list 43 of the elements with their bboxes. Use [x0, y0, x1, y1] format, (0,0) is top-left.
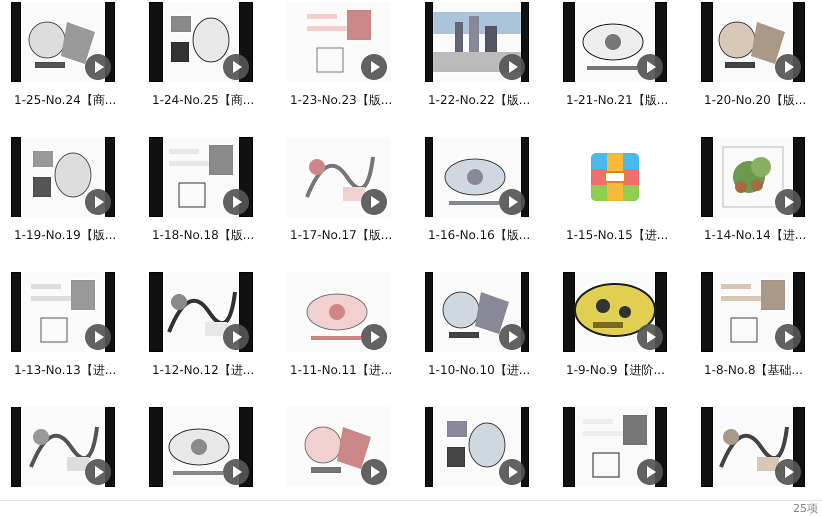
file-name[interactable]: 1-24-No.25【商... — [152, 92, 254, 108]
play-icon[interactable] — [775, 324, 801, 350]
play-icon[interactable] — [499, 189, 525, 215]
file-name[interactable]: 1-25-No.24【商... — [14, 92, 116, 108]
play-icon[interactable] — [223, 189, 249, 215]
file-name[interactable]: 1-8-No.8【基础... — [704, 362, 803, 378]
play-icon[interactable] — [85, 54, 111, 80]
play-icon[interactable] — [361, 324, 387, 350]
archive-icon — [591, 153, 639, 201]
play-icon[interactable] — [85, 459, 111, 485]
file-name[interactable]: 1-17-No.17【版... — [290, 227, 392, 243]
file-name[interactable]: 1-19-No.19【版... — [14, 227, 116, 243]
file-name[interactable]: 1-23-No.23【版... — [290, 92, 392, 108]
play-icon[interactable] — [361, 459, 387, 485]
file-name[interactable]: 1-18-No.18【版... — [152, 227, 254, 243]
file-name[interactable]: 1-20-No.20【版... — [704, 92, 806, 108]
file-name[interactable]: 1-22-No.22【版... — [428, 92, 530, 108]
play-icon[interactable] — [775, 54, 801, 80]
play-icon[interactable] — [85, 324, 111, 350]
play-icon[interactable] — [361, 54, 387, 80]
file-name[interactable]: 1-11-No.11【进... — [290, 362, 392, 378]
play-icon[interactable] — [85, 189, 111, 215]
play-icon[interactable] — [499, 324, 525, 350]
play-icon[interactable] — [637, 324, 663, 350]
file-name[interactable]: 1-14-No.14【进... — [704, 227, 806, 243]
file-name[interactable]: 1-13-No.13【进... — [14, 362, 116, 378]
play-icon[interactable] — [499, 459, 525, 485]
play-icon[interactable] — [223, 459, 249, 485]
file-name[interactable]: 1-16-No.16【版... — [428, 227, 530, 243]
file-name[interactable]: 1-15-No.15【进... — [566, 227, 668, 243]
play-icon[interactable] — [637, 459, 663, 485]
file-name[interactable]: 1-21-No.21【版... — [566, 92, 668, 108]
play-icon[interactable] — [361, 189, 387, 215]
play-icon[interactable] — [223, 54, 249, 80]
file-name[interactable]: 1-12-No.12【进... — [152, 362, 254, 378]
play-icon[interactable] — [499, 54, 525, 80]
file-name[interactable]: 1-10-No.10【进... — [428, 362, 530, 378]
item-count: 25项 — [793, 501, 818, 516]
play-icon[interactable] — [775, 189, 801, 215]
play-icon[interactable] — [637, 54, 663, 80]
file-name[interactable]: 1-9-No.9【进阶... — [566, 362, 665, 378]
play-icon[interactable] — [775, 459, 801, 485]
play-icon[interactable] — [223, 324, 249, 350]
